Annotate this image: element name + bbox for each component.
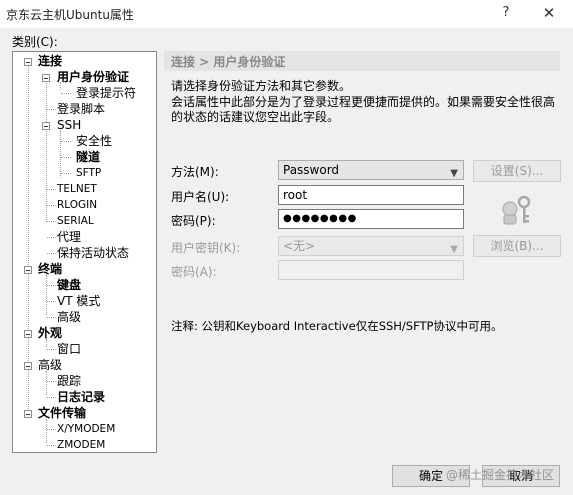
tree-item-proxy[interactable]: 代理 <box>57 230 81 245</box>
tree-item-sftp[interactable]: SFTP <box>76 166 101 181</box>
expand-advanced-icon[interactable] <box>24 362 32 370</box>
tree-item-security[interactable]: 安全性 <box>76 134 112 149</box>
watermark-text: @稀土掘金技术社区 <box>446 468 555 482</box>
passphrase-input[interactable] <box>278 260 464 280</box>
window-title: 京东云主机Ubuntu属性 <box>6 8 134 22</box>
tree-item-advanced[interactable]: 高级 <box>57 310 81 325</box>
password-label: 密码(P): <box>171 214 216 228</box>
browse-button[interactable]: 浏览(B)... <box>473 235 561 257</box>
tree-item-keepalive[interactable]: 保持活动状态 <box>57 246 129 261</box>
tree-item-logging[interactable]: 日志记录 <box>57 390 105 405</box>
tree-item-xymodem[interactable]: X/YMODEM <box>57 422 115 437</box>
category-tree[interactable]: 连接 用户身份验证 登录提示符 登录脚本 SSH 安全性 隧道 SFTP TEL… <box>12 51 157 453</box>
method-label: 方法(M): <box>171 165 219 179</box>
expand-file-transfer-icon[interactable] <box>24 410 32 418</box>
tree-item-window[interactable]: 窗口 <box>57 342 81 357</box>
tree-item-connection[interactable]: 连接 <box>38 54 62 69</box>
tree-item-serial[interactable]: SERIAL <box>57 214 94 229</box>
tree-item-tunnel[interactable]: 隧道 <box>76 150 100 165</box>
tree-item-advanced2[interactable]: 高级 <box>38 358 62 373</box>
tree-item-zmodem[interactable]: ZMODEM <box>57 438 105 453</box>
tree-item-keyboard[interactable]: 键盘 <box>57 278 81 293</box>
tree-item-terminal[interactable]: 终端 <box>38 262 62 277</box>
expand-appearance-icon[interactable] <box>24 330 32 338</box>
tree-item-telnet[interactable]: TELNET <box>57 182 97 197</box>
chevron-down-icon: ▼ <box>450 244 458 255</box>
tree-item-ssh[interactable]: SSH <box>57 118 81 133</box>
note-text: 注释: 公钥和Keyboard Interactive仅在SSH/SFTP协议中… <box>171 319 503 333</box>
help-button[interactable]: ? <box>495 2 517 24</box>
section-title: 连接 > 用户身份验证 <box>171 55 286 69</box>
tree-item-file-transfer[interactable]: 文件传输 <box>38 406 86 421</box>
passphrase-label: 密码(A): <box>171 265 217 279</box>
close-button[interactable]: ✕ <box>538 2 560 24</box>
tree-item-rlogin[interactable]: RLOGIN <box>57 198 97 213</box>
tree-item-trace[interactable]: 跟踪 <box>57 374 81 389</box>
expand-user-auth-icon[interactable] <box>42 74 50 82</box>
tree-item-login-prompt[interactable]: 登录提示符 <box>76 86 136 101</box>
description-line-2: 会话属性中此部分是为了登录过程更便捷而提供的。如果需要安全性很高的状态的话建议您… <box>171 95 556 124</box>
category-label: 类别(C): <box>12 35 58 49</box>
expand-connection-icon[interactable] <box>24 58 32 66</box>
tree-item-vt-mode[interactable]: VT 模式 <box>57 294 100 309</box>
userkey-select[interactable]: <无> ▼ <box>278 236 464 256</box>
userkey-select-value: <无> <box>283 239 316 253</box>
expand-ssh-icon[interactable] <box>42 122 50 130</box>
method-select[interactable]: Password ▼ <box>278 160 464 180</box>
userkey-label: 用户密钥(K): <box>171 241 241 255</box>
chevron-down-icon: ▼ <box>450 168 458 179</box>
tree-item-appearance[interactable]: 外观 <box>38 326 62 341</box>
key-icon <box>502 195 531 225</box>
expand-terminal-icon[interactable] <box>24 266 32 274</box>
username-input[interactable]: root <box>278 185 464 205</box>
description-line-1: 请选择身份验证方法和其它参数。 <box>171 79 352 93</box>
tree-item-login-script[interactable]: 登录脚本 <box>57 102 105 117</box>
setup-button[interactable]: 设置(S)... <box>473 160 561 182</box>
username-label: 用户名(U): <box>171 190 230 204</box>
password-input[interactable]: ●●●●●●●● <box>278 209 464 229</box>
tree-item-user-auth[interactable]: 用户身份验证 <box>57 70 129 85</box>
method-select-value: Password <box>283 163 340 177</box>
